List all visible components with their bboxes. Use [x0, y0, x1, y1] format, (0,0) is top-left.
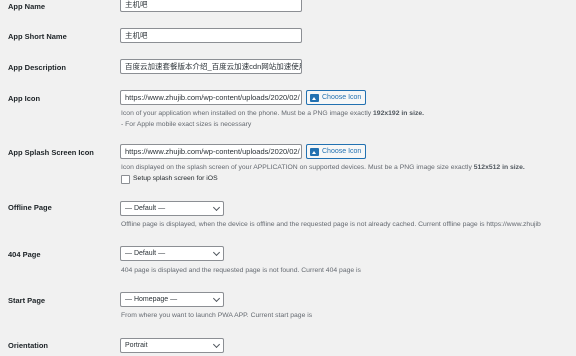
offline-page-label: Offline Page — [8, 203, 52, 212]
page-404-selected-value: — Default — — [125, 250, 166, 257]
app-name-input[interactable]: 主机吧 — [120, 0, 302, 12]
app-icon-apple-note: - For Apple mobile exact sizes is necess… — [121, 121, 252, 128]
start-page-select[interactable]: — Homepage — — [120, 292, 224, 307]
app-icon-choose-button[interactable]: Choose Icon — [306, 90, 367, 105]
orientation-selected-value: Portrait — [125, 342, 148, 349]
app-short-name-input[interactable]: 主机吧 — [120, 28, 302, 43]
app-description-label: App Description — [8, 63, 66, 72]
offline-page-selected-value: — Default — — [125, 205, 166, 212]
app-icon-desc-text: Icon of your application when installed … — [121, 110, 374, 117]
app-splash-label: App Splash Screen Icon — [8, 148, 94, 157]
page-404-select[interactable]: — Default — — [120, 246, 224, 261]
app-splash-url-input[interactable]: https://www.zhujib.com/wp-content/upload… — [120, 144, 302, 159]
page-404-description: 404 page is displayed and the requested … — [121, 267, 361, 274]
app-splash-choose-button-label: Choose Icon — [322, 148, 362, 155]
app-splash-choose-button[interactable]: Choose Icon — [306, 144, 367, 159]
app-icon-choose-button-label: Choose Icon — [322, 94, 362, 101]
image-icon — [310, 147, 319, 156]
orientation-label: Orientation — [8, 341, 49, 350]
image-icon — [310, 93, 319, 102]
page-404-label: 404 Page — [8, 250, 41, 259]
app-description-input[interactable]: 百度云加速套餐版本介绍_百度云加速cdn网站加速使用 — [120, 59, 302, 74]
chevron-down-icon — [212, 340, 221, 349]
app-icon-label: App Icon — [8, 94, 41, 103]
app-icon-description: Icon of your application when installed … — [121, 109, 424, 118]
app-splash-desc-size: 512x512 in size. — [473, 164, 525, 171]
orientation-select[interactable]: Portrait — [120, 338, 224, 353]
start-page-label: Start Page — [8, 296, 46, 305]
app-short-name-label: App Short Name — [8, 32, 67, 41]
app-splash-description: Icon displayed on the splash screen of y… — [121, 163, 525, 172]
ios-splash-checkbox-label: Setup splash screen for iOS — [133, 175, 218, 182]
app-icon-url-input[interactable]: https://www.zhujib.com/wp-content/upload… — [120, 90, 302, 105]
chevron-down-icon — [212, 203, 221, 212]
start-page-description: From where you want to launch PWA APP. C… — [121, 312, 313, 319]
ios-splash-checkbox[interactable] — [121, 175, 130, 184]
app-icon-desc-size: 192x192 in size. — [373, 110, 425, 117]
app-splash-desc-text: Icon displayed on the splash screen of y… — [121, 164, 474, 171]
app-name-label: App Name — [8, 2, 46, 11]
offline-page-select[interactable]: — Default — — [120, 201, 224, 216]
offline-page-description: Offline page is displayed, when the devi… — [121, 221, 541, 228]
start-page-selected-value: — Homepage — — [125, 296, 178, 303]
chevron-down-icon — [212, 294, 221, 303]
chevron-down-icon — [212, 248, 221, 257]
